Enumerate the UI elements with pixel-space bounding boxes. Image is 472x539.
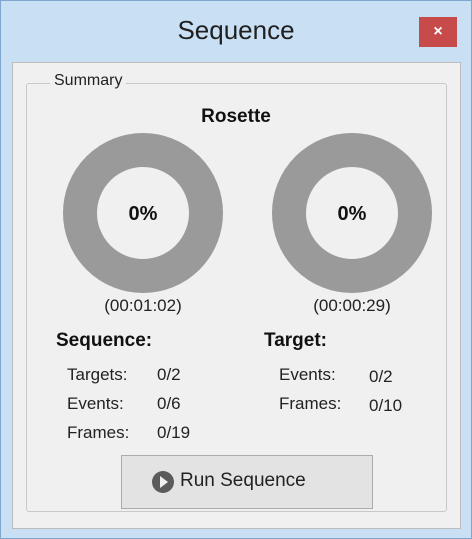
play-circle-icon	[152, 471, 174, 493]
sequence-targets-label: Targets:	[67, 365, 128, 384]
target-progress-percent: 0%	[337, 203, 367, 225]
window-title: Sequence	[177, 15, 295, 45]
target-time: (00:00:29)	[313, 296, 391, 315]
sequence-progress-percent: 0%	[128, 203, 158, 225]
sequence-heading: Sequence:	[56, 330, 153, 351]
sequence-frames-label: Frames:	[67, 423, 130, 442]
summary-group-label: Summary	[50, 72, 127, 90]
rosette-title: Rosette	[201, 106, 271, 127]
sequence-events-value: 0/6	[157, 394, 181, 413]
sequence-targets-value: 0/2	[157, 365, 181, 384]
target-events-label: Events:	[279, 365, 336, 384]
target-events-value: 0/2	[369, 367, 393, 386]
sequence-time: (00:01:02)	[104, 296, 182, 315]
close-button[interactable]: ×	[419, 17, 457, 47]
target-progress-ring: 0%	[272, 133, 432, 293]
sequence-progress-ring: 0%	[63, 133, 223, 293]
close-icon: ×	[433, 23, 443, 40]
sequence-frames-value: 0/19	[157, 423, 191, 442]
target-frames-value: 0/10	[369, 396, 403, 415]
target-frames-label: Frames:	[279, 394, 342, 413]
title-bar[interactable]: Sequence ×	[1, 1, 471, 61]
run-sequence-button[interactable]: Run Sequence	[121, 455, 373, 509]
run-sequence-label: Run Sequence	[180, 470, 306, 491]
target-heading: Target:	[264, 330, 327, 351]
sequence-events-label: Events:	[67, 394, 124, 413]
